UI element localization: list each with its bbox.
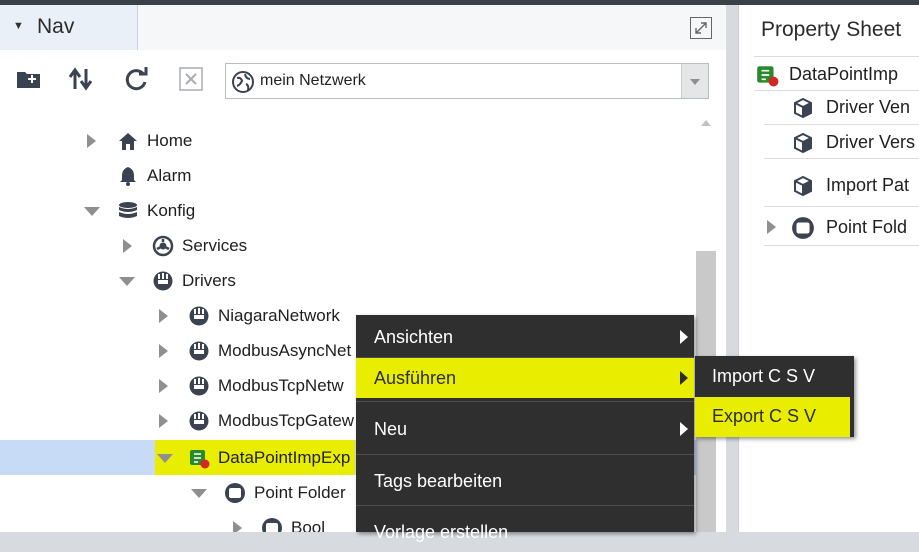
folder-icon xyxy=(792,217,814,239)
network-icon xyxy=(189,411,209,431)
submenu-item-label: Export C S V xyxy=(712,406,817,426)
menu-item-tags-bearbeiten[interactable]: Tags bearbeiten xyxy=(356,461,694,501)
panel-divider[interactable] xyxy=(726,5,738,532)
prop-row-driver-version[interactable]: Driver Vers xyxy=(739,122,919,162)
caret-down-icon[interactable]: ▼ xyxy=(13,20,24,32)
expand-icon[interactable] xyxy=(159,414,168,428)
prop-row-import-path[interactable]: Import Pat xyxy=(739,165,919,205)
property-sheet-panel: Property Sheet DataPointImp Driver Ven D… xyxy=(738,5,919,532)
globe-icon xyxy=(232,71,254,93)
network-icon xyxy=(189,341,209,361)
expand-icon[interactable] xyxy=(159,309,168,323)
maximize-icon[interactable] xyxy=(690,17,712,39)
expand-icon[interactable] xyxy=(233,521,242,532)
nav-title: Nav xyxy=(37,15,75,38)
divider xyxy=(764,245,919,246)
menu-item-label: Vorlage erstellen xyxy=(374,522,509,542)
property-sheet-title: Property Sheet xyxy=(761,18,902,41)
folder-icon xyxy=(262,518,282,532)
expand-icon[interactable] xyxy=(159,379,168,393)
close-icon[interactable] xyxy=(176,64,206,94)
expand-icon[interactable] xyxy=(767,220,776,234)
menu-separator xyxy=(356,505,694,506)
cube-icon xyxy=(794,132,812,154)
selector-value: mein Netzwerk xyxy=(260,72,366,89)
tree-label: Drivers xyxy=(182,271,236,290)
tree-label: Services xyxy=(182,236,248,255)
prop-label: DataPointImp xyxy=(789,64,899,84)
network-selector[interactable]: mein Netzwerk xyxy=(225,63,709,99)
nav-toolbar: mein Netzwerk xyxy=(0,50,726,108)
tree-label: ModbusTcpNetw xyxy=(218,376,344,395)
collapse-icon[interactable] xyxy=(84,207,100,216)
submenu-arrow-icon xyxy=(680,330,688,344)
refresh-icon[interactable] xyxy=(121,64,151,94)
nav-header: ▼ Nav xyxy=(0,5,726,50)
prop-label: Point Fold xyxy=(826,217,908,237)
prop-label: Driver Ven xyxy=(826,97,911,117)
expand-icon[interactable] xyxy=(87,134,96,148)
bell-icon xyxy=(120,167,136,186)
new-folder-icon[interactable] xyxy=(14,64,44,94)
prop-label: Driver Vers xyxy=(826,132,916,152)
tree-row-drivers[interactable]: Drivers xyxy=(0,263,696,298)
submenu: Import C S V Export C S V xyxy=(695,356,854,437)
dropdown-arrow-icon[interactable] xyxy=(681,64,708,98)
folder-icon xyxy=(225,483,245,503)
tree-scrollbar[interactable] xyxy=(696,108,716,532)
submenu-item-import-csv[interactable]: Import C S V xyxy=(695,357,854,397)
menu-separator xyxy=(356,401,694,402)
prop-row-point-folder[interactable]: Point Fold xyxy=(739,207,919,247)
tree-row-konfig[interactable]: Konfig xyxy=(0,193,696,228)
tree-label: ModbusAsyncNet xyxy=(218,341,352,360)
menu-item-neu[interactable]: Neu xyxy=(356,409,694,449)
datapoint-icon xyxy=(190,450,210,469)
submenu-arrow-icon xyxy=(680,422,688,436)
network-icon xyxy=(189,306,209,326)
tree-label: Home xyxy=(147,131,193,150)
datapoint-icon xyxy=(757,66,779,87)
prop-label: Import Pat xyxy=(826,175,910,195)
tree-row-alarm[interactable]: Alarm xyxy=(0,158,696,193)
menu-item-label: Tags bearbeiten xyxy=(374,471,503,491)
cube-icon xyxy=(794,97,812,119)
home-icon xyxy=(119,133,137,150)
network-icon xyxy=(189,376,209,396)
sort-icon[interactable] xyxy=(66,64,96,94)
context-menu: Ansichten Ausführen Neu Tags bearbeiten … xyxy=(356,315,694,542)
drivers-icon xyxy=(153,271,173,291)
tree-label: Bool xyxy=(291,518,326,532)
tree-label: Point Folder xyxy=(254,483,346,502)
cube-icon xyxy=(794,175,812,197)
services-icon xyxy=(152,235,174,257)
database-icon xyxy=(119,202,137,218)
collapse-icon[interactable] xyxy=(191,489,207,498)
tree-label: NiagaraNetwork xyxy=(218,306,340,325)
expand-icon[interactable] xyxy=(123,239,132,253)
menu-item-label: Neu xyxy=(374,419,408,439)
nav-tab[interactable]: ▼ Nav xyxy=(0,5,138,50)
tree-label: Konfig xyxy=(147,201,196,220)
tree-label: DataPointImpExp xyxy=(218,448,351,467)
tree-label: Alarm xyxy=(147,166,192,185)
prop-row-driver-vendor[interactable]: Driver Ven xyxy=(739,87,919,127)
submenu-arrow-icon xyxy=(680,371,688,385)
menu-item-label: Ausführen xyxy=(374,368,457,388)
menu-item-ausfuehren[interactable]: Ausführen xyxy=(356,358,694,398)
menu-item-vorlage-erstellen[interactable]: Vorlage erstellen xyxy=(356,512,694,552)
divider xyxy=(764,158,919,159)
submenu-item-label: Import C S V xyxy=(712,366,816,386)
scroll-up-icon[interactable] xyxy=(701,120,711,126)
menu-separator xyxy=(356,454,694,455)
submenu-item-export-csv[interactable]: Export C S V xyxy=(695,397,850,437)
menu-item-label: Ansichten xyxy=(374,327,454,347)
collapse-icon[interactable] xyxy=(157,454,173,463)
menu-item-ansichten[interactable]: Ansichten xyxy=(356,317,694,357)
collapse-icon[interactable] xyxy=(119,277,135,286)
tree-row-home[interactable]: Home xyxy=(0,123,696,158)
tree-label: ModbusTcpGatew xyxy=(218,411,355,430)
tree-row-services[interactable]: Services xyxy=(0,228,696,263)
expand-icon[interactable] xyxy=(159,344,168,358)
